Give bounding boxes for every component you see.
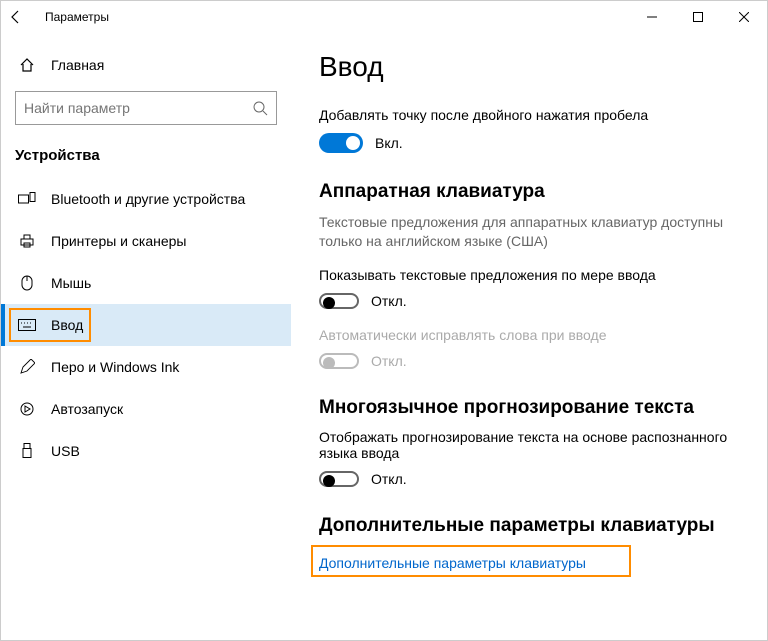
sidebar-item-label: USB [51, 443, 80, 459]
mouse-icon [15, 275, 39, 291]
close-button[interactable] [721, 1, 767, 33]
sidebar-item-label: Мышь [51, 275, 91, 291]
search-icon [252, 100, 268, 116]
section-multilingual: Многоязычное прогнозирование текста [319, 397, 739, 419]
toggle-state: Вкл. [375, 135, 403, 151]
content-pane: Ввод Добавлять точку после двойного нажа… [291, 33, 767, 640]
home-icon [15, 57, 39, 73]
maximize-button[interactable] [675, 1, 721, 33]
window-title: Параметры [45, 10, 109, 24]
sidebar-item-usb[interactable]: USB [1, 430, 291, 472]
minimize-button[interactable] [629, 1, 675, 33]
printer-icon [15, 233, 39, 249]
settings-window: Параметры Главная Устройства [0, 0, 768, 641]
toggle-state: Откл. [371, 293, 407, 309]
usb-icon [15, 443, 39, 459]
sidebar-item-label: Ввод [51, 317, 83, 333]
toggle-multilingual[interactable] [319, 471, 359, 487]
setting-label-autocorrect: Автоматически исправлять слова при вводе [319, 327, 739, 343]
toggle-state: Откл. [371, 353, 407, 369]
toggle-suggestions[interactable] [319, 293, 359, 309]
sidebar-item-label: Автозапуск [51, 401, 123, 417]
sidebar-item-pen[interactable]: Перо и Windows Ink [1, 346, 291, 388]
titlebar: Параметры [1, 1, 767, 33]
section-hardware-keyboard: Аппаратная клавиатура [319, 181, 739, 203]
sidebar-item-label: Перо и Windows Ink [51, 359, 179, 375]
page-title: Ввод [319, 51, 739, 83]
sidebar: Главная Устройства Bluetooth и другие ус… [1, 33, 291, 640]
toggle-state: Откл. [371, 471, 407, 487]
sidebar-item-mouse[interactable]: Мышь [1, 262, 291, 304]
sidebar-item-autoplay[interactable]: Автозапуск [1, 388, 291, 430]
link-advanced-keyboard[interactable]: Дополнительные параметры клавиатуры [319, 555, 586, 571]
back-button[interactable] [9, 10, 33, 24]
sidebar-home-label: Главная [51, 57, 104, 73]
toggle-autocorrect [319, 353, 359, 369]
pen-icon [15, 359, 39, 375]
sidebar-item-typing[interactable]: Ввод [1, 304, 291, 346]
sidebar-item-label: Bluetooth и другие устройства [51, 191, 245, 207]
devices-icon [15, 192, 39, 206]
autoplay-icon [15, 401, 39, 417]
setting-label-double-space: Добавлять точку после двойного нажатия п… [319, 107, 739, 123]
toggle-double-space[interactable] [319, 133, 363, 153]
search-box[interactable] [15, 91, 277, 125]
keyboard-icon [15, 319, 39, 331]
hardware-keyboard-desc: Текстовые предложения для аппаратных кла… [319, 213, 739, 251]
sidebar-category: Устройства [15, 147, 277, 164]
sidebar-item-label: Принтеры и сканеры [51, 233, 186, 249]
sidebar-home[interactable]: Главная [15, 45, 277, 85]
section-advanced-keyboard: Дополнительные параметры клавиатуры [319, 515, 739, 537]
sidebar-nav: Bluetooth и другие устройства Принтеры и… [15, 178, 277, 472]
setting-label-suggestions: Показывать текстовые предложения по мере… [319, 267, 739, 283]
search-input[interactable] [24, 100, 252, 116]
setting-label-multilingual: Отображать прогнозирование текста на осн… [319, 429, 739, 461]
sidebar-item-printers[interactable]: Принтеры и сканеры [1, 220, 291, 262]
sidebar-item-bluetooth[interactable]: Bluetooth и другие устройства [1, 178, 291, 220]
